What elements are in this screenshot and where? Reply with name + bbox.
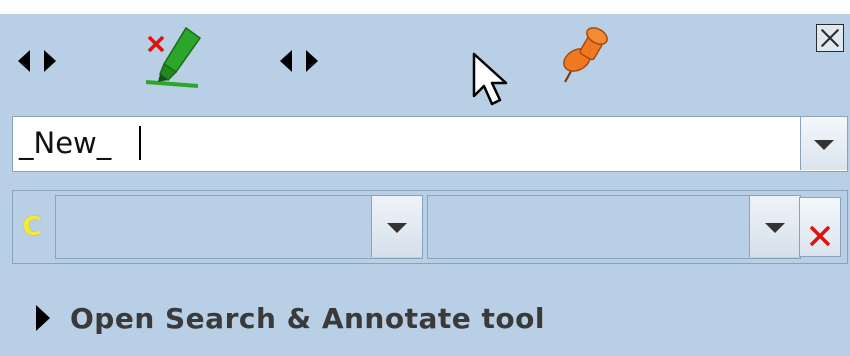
filter-row: C xyxy=(12,190,848,264)
highlighter-delete-icon[interactable] xyxy=(140,22,212,94)
filter-field-a-combobox[interactable] xyxy=(55,195,423,259)
annotation-name-input[interactable]: _New_ xyxy=(19,117,111,170)
chevron-down-icon xyxy=(765,222,785,233)
filter-field-a-dropdown-button[interactable] xyxy=(371,196,422,257)
case-glyph-icon[interactable]: C xyxy=(17,211,47,243)
arrow-left-icon[interactable] xyxy=(278,48,294,74)
arrow-right-icon[interactable] xyxy=(304,48,320,74)
pin-nav-arrows xyxy=(278,46,320,76)
pushpin-icon[interactable] xyxy=(555,26,615,86)
close-button[interactable] xyxy=(816,24,844,52)
mouse-pointer-icon xyxy=(472,52,508,106)
filter-field-b-dropdown-button[interactable] xyxy=(749,196,800,257)
annotation-name-combobox[interactable]: _New_ xyxy=(12,116,848,172)
annotation-nav-arrows xyxy=(16,46,58,76)
text-caret xyxy=(139,126,141,160)
chevron-down-icon xyxy=(387,222,407,233)
chevron-down-icon xyxy=(814,139,834,150)
triangle-right-icon xyxy=(36,305,50,331)
close-icon xyxy=(820,28,840,48)
arrow-right-icon[interactable] xyxy=(42,48,58,74)
red-x-icon xyxy=(809,225,831,246)
clear-filter-button[interactable] xyxy=(799,197,841,257)
open-search-annotate-link[interactable]: Open Search & Annotate tool xyxy=(34,296,545,340)
arrow-left-icon[interactable] xyxy=(16,48,32,74)
open-search-annotate-label: Open Search & Annotate tool xyxy=(70,301,545,335)
annotation-name-dropdown-button[interactable] xyxy=(800,117,847,170)
filter-field-b-combobox[interactable] xyxy=(427,195,801,259)
